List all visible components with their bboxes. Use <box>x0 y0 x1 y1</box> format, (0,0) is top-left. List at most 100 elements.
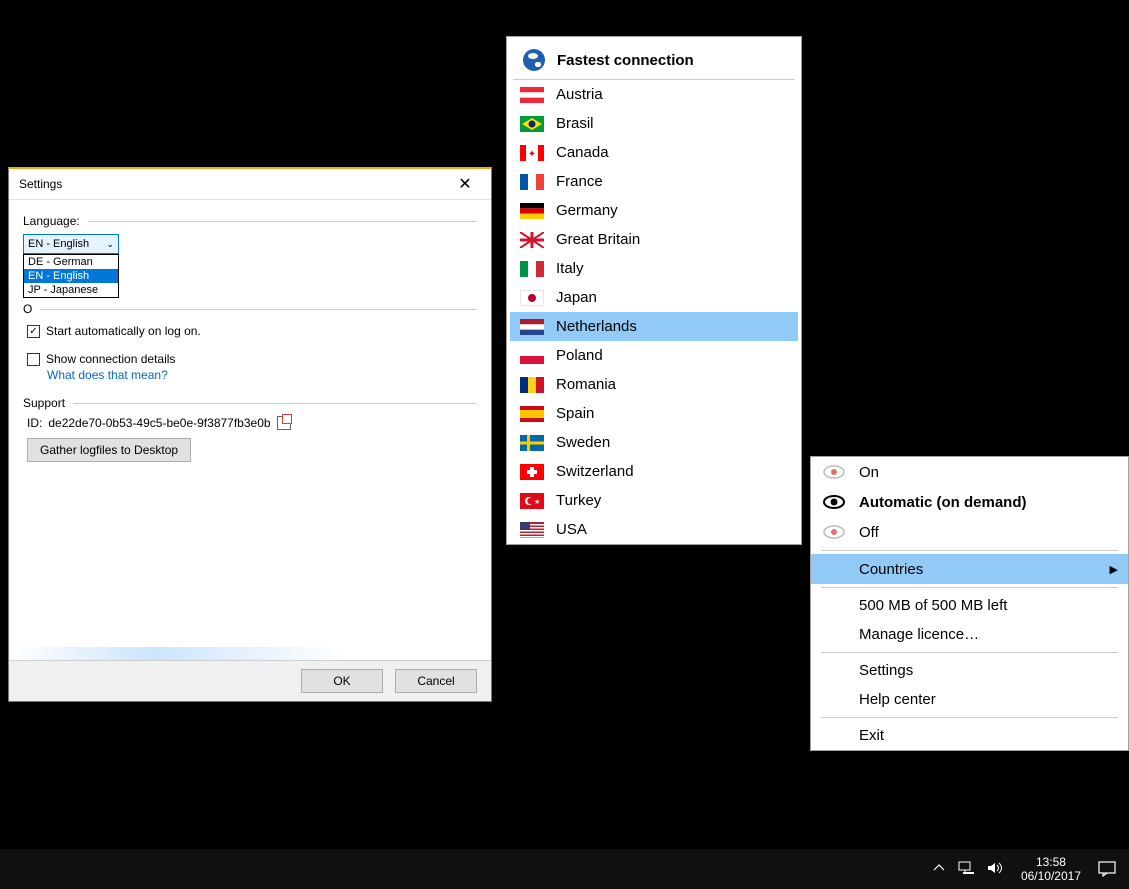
country-item-austria[interactable]: Austria <box>510 80 798 109</box>
flag-icon <box>520 435 544 451</box>
language-label: Language: <box>23 214 80 228</box>
tray-automatic[interactable]: Automatic (on demand) <box>811 487 1128 517</box>
id-value: de22de70-0b53-49c5-be0e-9f3877fb3e0b <box>48 416 270 430</box>
network-icon[interactable] <box>957 861 975 878</box>
gather-logfiles-button[interactable]: Gather logfiles to Desktop <box>27 438 191 462</box>
tray-on-label: On <box>859 464 879 481</box>
taskbar: 13:58 06/10/2017 <box>0 849 1129 889</box>
show-details-label: Show connection details <box>46 352 175 366</box>
country-item-japan[interactable]: Japan <box>510 283 798 312</box>
countries-menu: Fastest connection Austria Brasil ✦ Canada F… <box>506 36 802 545</box>
country-label: Turkey <box>556 492 601 509</box>
country-item-turkey[interactable]: ★ Turkey <box>510 486 798 515</box>
tray-on[interactable]: On <box>811 457 1128 487</box>
country-item-italy[interactable]: Italy <box>510 254 798 283</box>
countries-list: Austria Brasil ✦ Canada France Germany Great B… <box>507 80 801 544</box>
tray-automatic-label: Automatic (on demand) <box>859 494 1027 511</box>
country-label: Brasil <box>556 115 594 132</box>
tray-separator <box>821 652 1118 653</box>
countries-menu-header[interactable]: Fastest connection <box>513 41 795 80</box>
tray-off[interactable]: Off <box>811 517 1128 547</box>
support-label: Support <box>23 396 65 410</box>
tray-settings[interactable]: Settings <box>811 656 1128 685</box>
country-item-sweden[interactable]: Sweden <box>510 428 798 457</box>
tray-separator <box>821 587 1118 588</box>
settings-footer: OK Cancel <box>9 660 491 701</box>
blank-icon <box>823 560 845 578</box>
settings-titlebar[interactable]: Settings ✕ <box>9 169 491 200</box>
flag-icon <box>520 116 544 132</box>
notifications-icon[interactable] <box>1089 849 1125 889</box>
country-item-usa[interactable]: USA <box>510 515 798 544</box>
clock-date: 06/10/2017 <box>1021 869 1081 883</box>
country-item-switzerland[interactable]: Switzerland <box>510 457 798 486</box>
autostart-checkbox[interactable]: ✓ <box>27 325 40 338</box>
tray-licence[interactable]: Manage licence… <box>811 620 1128 649</box>
country-label: Austria <box>556 86 603 103</box>
eye-off-icon <box>823 523 845 541</box>
tray-licence-label: Manage licence… <box>859 626 979 643</box>
close-button[interactable]: ✕ <box>445 173 485 195</box>
divider <box>73 403 477 404</box>
tray-exit[interactable]: Exit <box>811 721 1128 750</box>
tray-menu: On Automatic (on demand) Off Countries ▶… <box>810 456 1129 751</box>
country-item-france[interactable]: France <box>510 167 798 196</box>
ok-button[interactable]: OK <box>301 669 383 693</box>
country-label: Germany <box>556 202 618 219</box>
flag-icon <box>520 464 544 480</box>
svg-text:★: ★ <box>534 498 540 506</box>
eye-on-icon <box>823 463 845 481</box>
tray-help-label: Help center <box>859 691 936 708</box>
flag-icon <box>520 348 544 364</box>
cancel-button[interactable]: Cancel <box>395 669 477 693</box>
tray-off-label: Off <box>859 524 879 541</box>
flag-icon <box>520 522 544 538</box>
language-dropdown: DE - GermanEN - EnglishJP - Japanese <box>23 254 119 298</box>
footer-accent <box>9 647 491 661</box>
show-details-checkbox[interactable] <box>27 353 40 366</box>
flag-icon <box>520 261 544 277</box>
country-item-netherlands[interactable]: Netherlands <box>510 312 798 341</box>
show-hidden-icon[interactable] <box>933 861 945 877</box>
support-section-label: Support <box>23 396 477 410</box>
country-label: Canada <box>556 144 609 161</box>
taskbar-clock[interactable]: 13:58 06/10/2017 <box>1013 855 1089 883</box>
country-item-germany[interactable]: Germany <box>510 196 798 225</box>
language-select[interactable]: EN - English ⌄ DE - GermanEN - EnglishJP… <box>23 234 119 254</box>
tray-quota-label: 500 MB of 500 MB left <box>859 597 1007 614</box>
country-label: Japan <box>556 289 597 306</box>
tray-help[interactable]: Help center <box>811 685 1128 714</box>
language-option[interactable]: EN - English <box>24 269 118 283</box>
help-link[interactable]: What does that mean? <box>47 368 477 382</box>
autostart-row: ✓ Start automatically on log on. <box>27 324 477 338</box>
flag-icon <box>520 174 544 190</box>
settings-window: Settings ✕ Language: EN - English ⌄ DE -… <box>8 167 492 702</box>
globe-icon <box>523 49 545 71</box>
country-item-canada[interactable]: ✦ Canada <box>510 138 798 167</box>
fastest-connection-label: Fastest connection <box>557 52 694 69</box>
country-item-poland[interactable]: Poland <box>510 341 798 370</box>
volume-icon[interactable] <box>987 861 1005 878</box>
language-select-box[interactable]: EN - English ⌄ <box>23 234 119 254</box>
svg-text:✦: ✦ <box>528 149 536 160</box>
language-option[interactable]: JP - Japanese <box>24 283 118 297</box>
language-option[interactable]: DE - German <box>24 255 118 269</box>
country-item-romania[interactable]: Romania <box>510 370 798 399</box>
chevron-down-icon: ⌄ <box>106 239 114 250</box>
tray-separator <box>821 717 1118 718</box>
flag-icon <box>520 203 544 219</box>
tray-countries[interactable]: Countries ▶ <box>811 554 1128 584</box>
system-tray <box>933 861 1013 878</box>
flag-icon <box>520 232 544 248</box>
divider <box>40 309 477 310</box>
country-label: France <box>556 173 603 190</box>
tray-quota: 500 MB of 500 MB left <box>811 591 1128 620</box>
support-id-row: ID: de22de70-0b53-49c5-be0e-9f3877fb3e0b <box>27 416 477 430</box>
selected-language: EN - English <box>28 238 89 250</box>
country-item-spain[interactable]: Spain <box>510 399 798 428</box>
copy-id-icon[interactable] <box>277 416 291 430</box>
country-label: Poland <box>556 347 603 364</box>
country-item-great-britain[interactable]: Great Britain <box>510 225 798 254</box>
settings-body: Language: EN - English ⌄ DE - GermanEN -… <box>9 200 491 470</box>
country-item-brasil[interactable]: Brasil <box>510 109 798 138</box>
